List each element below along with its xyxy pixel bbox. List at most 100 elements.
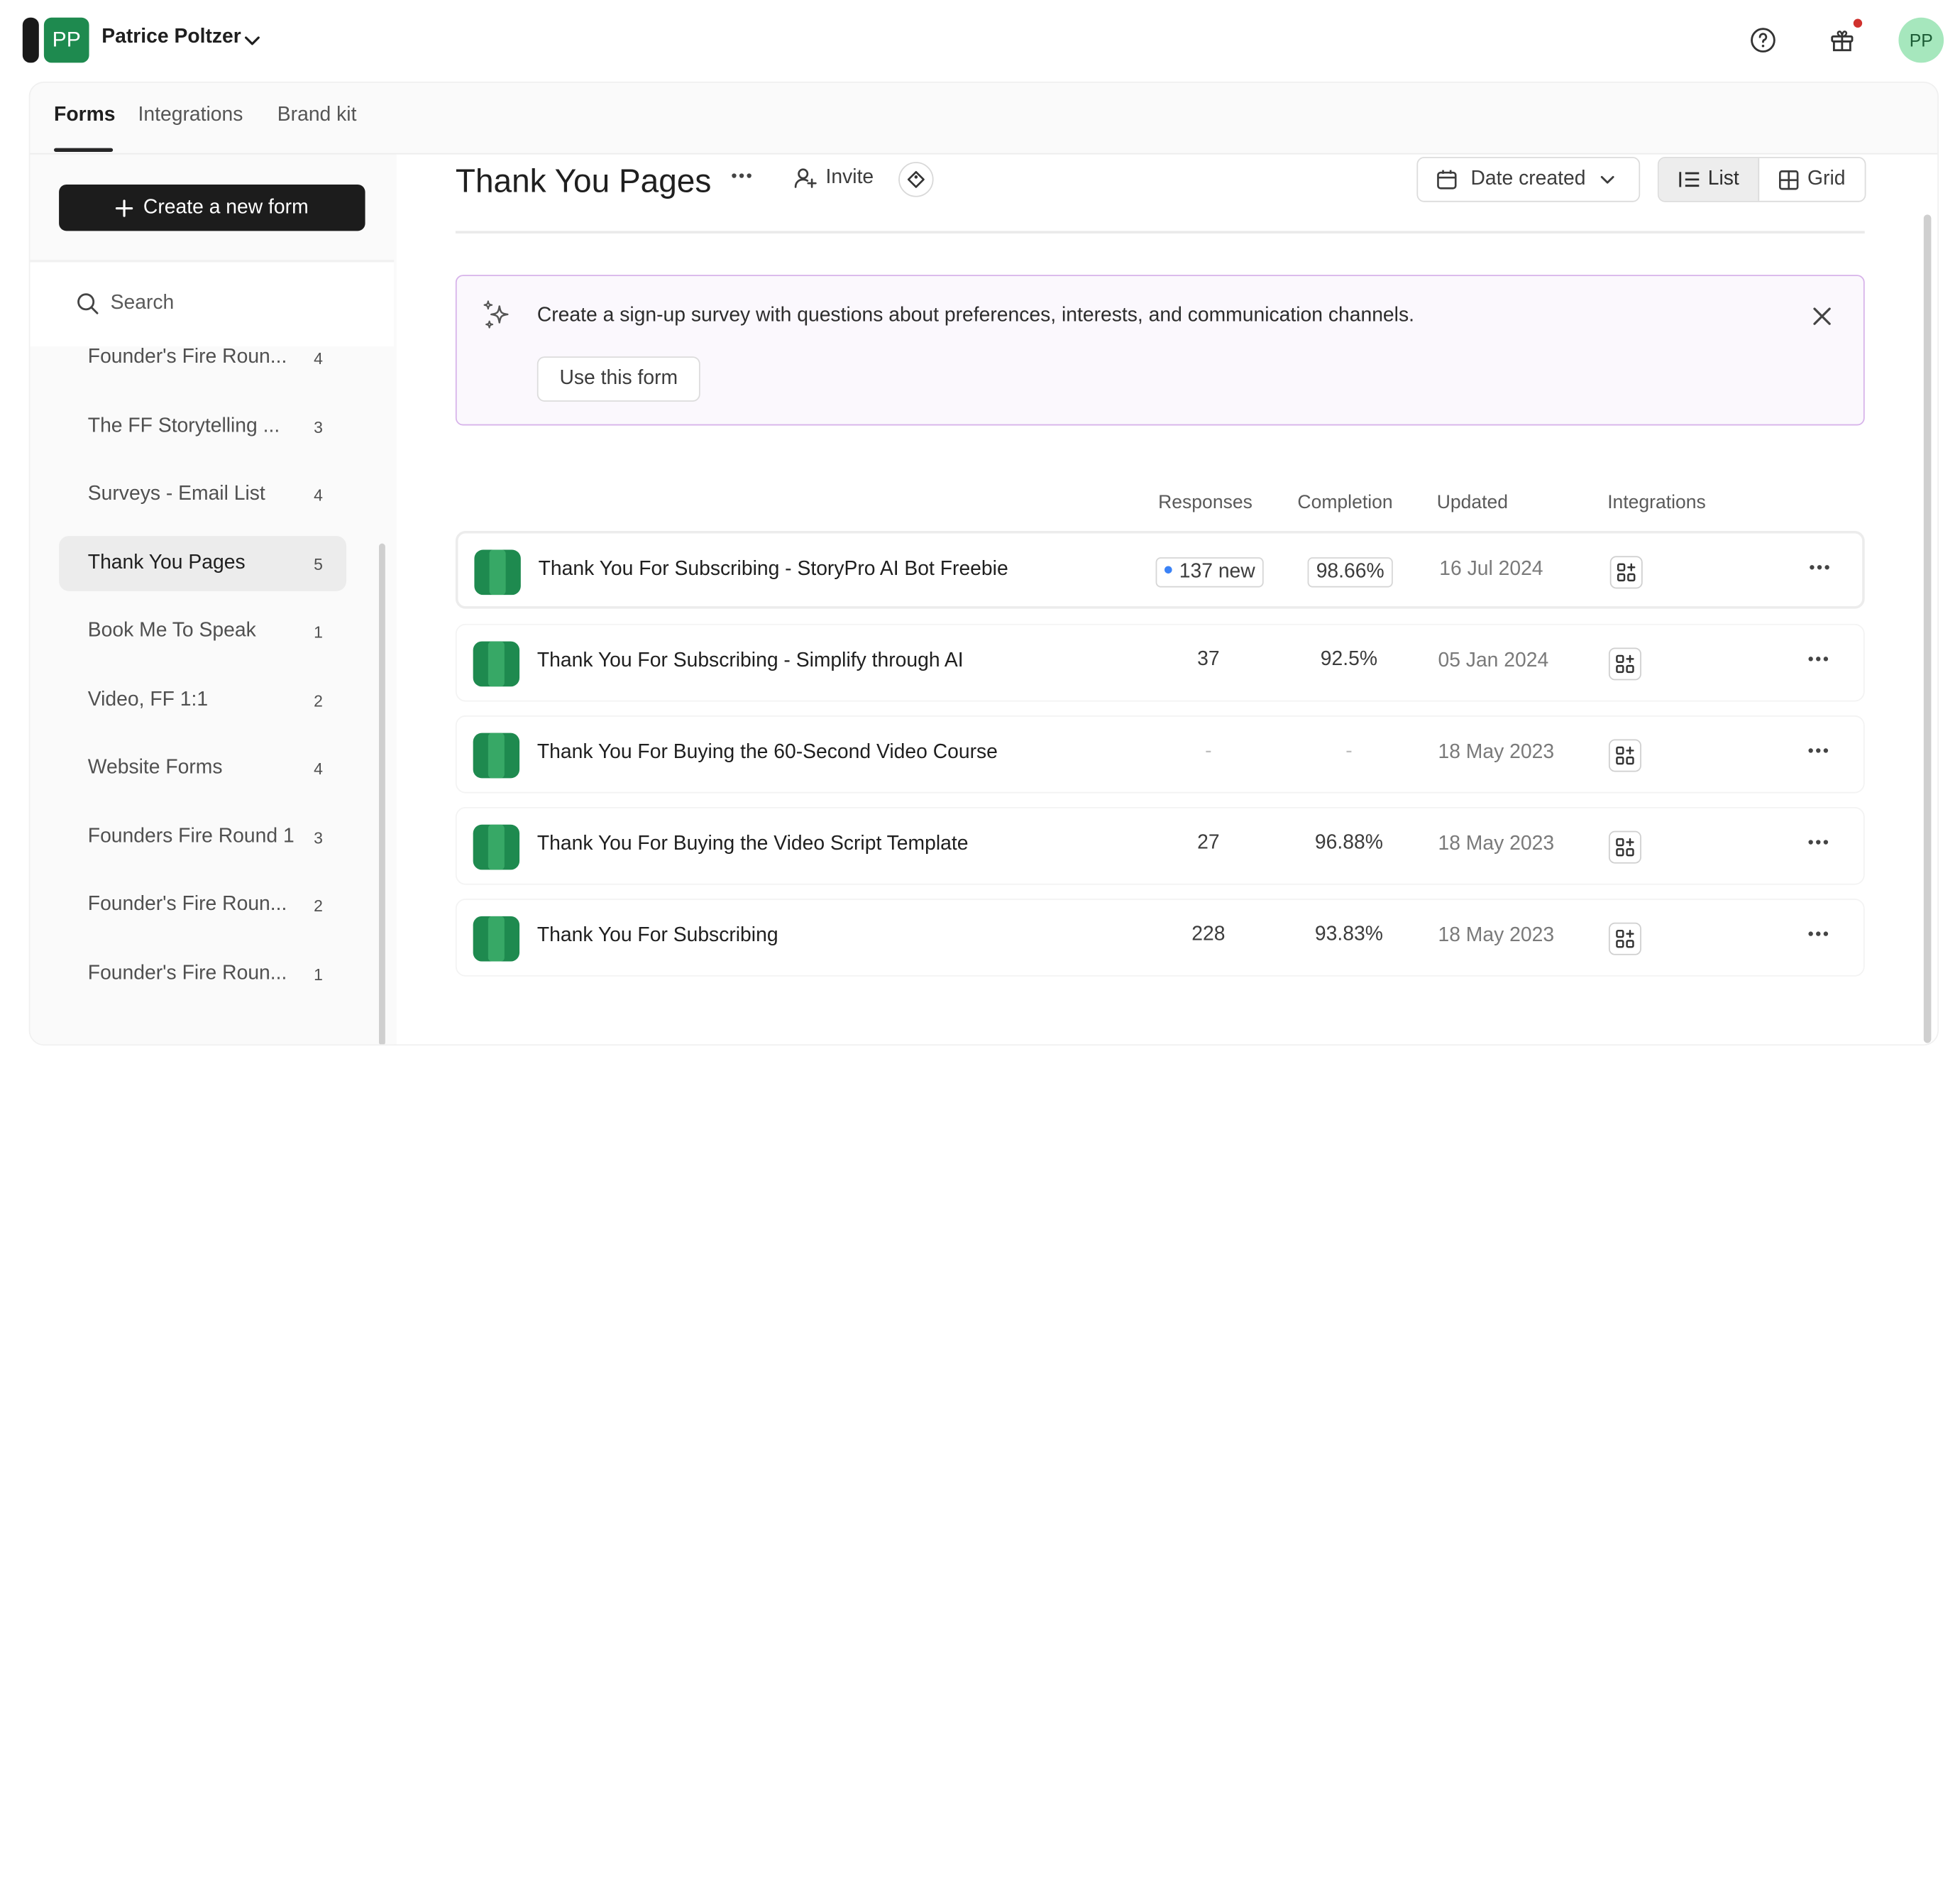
form-completion-value: 98.66% — [1307, 557, 1394, 588]
form-updated: 18 May 2023 — [1438, 925, 1555, 947]
workspace-avatar[interactable]: PP — [43, 17, 89, 63]
create-form-button[interactable]: Create a new form — [59, 184, 365, 231]
help-circle-icon[interactable] — [1748, 25, 1778, 55]
sidebar-item-workspace[interactable]: Founder's Fire Roun... 2 — [59, 877, 346, 933]
tab-brand-kit[interactable]: Brand kit — [277, 104, 357, 127]
add-integration-button[interactable] — [1609, 556, 1643, 589]
sidebar-item-thank-you-pages[interactable]: Thank You Pages 5 — [59, 536, 347, 591]
form-completion: 96.88% — [1314, 832, 1383, 854]
column-updated[interactable]: Updated — [1437, 492, 1508, 513]
more-horizontal-icon[interactable] — [1807, 838, 1829, 846]
search-input[interactable]: Search — [111, 292, 175, 315]
form-title[interactable]: Thank You For Subscribing — [537, 925, 778, 948]
sidebar-item-count: 2 — [314, 691, 323, 710]
add-integration-button[interactable] — [1608, 830, 1641, 864]
sidebar-item-workspace[interactable]: Video, FF 1:1 2 — [59, 673, 346, 728]
close-icon[interactable] — [1810, 304, 1834, 329]
new-responses-dot — [1164, 566, 1172, 574]
sidebar-item-workspace[interactable]: Website Forms 4 — [59, 740, 346, 796]
column-completion[interactable]: Completion — [1297, 492, 1392, 513]
forms-container: Forms Integrations Brand kit Create a ne… — [28, 81, 1939, 1046]
sidebar-item-count: 2 — [314, 896, 323, 916]
user-avatar[interactable]: PP — [1898, 17, 1944, 63]
form-responses[interactable]: 228 — [1135, 923, 1283, 946]
suggestion-banner: Create a sign-up survey with questions a… — [455, 275, 1865, 426]
search-icon — [77, 293, 99, 314]
form-title[interactable]: Thank You For Subscribing - Simplify thr… — [537, 650, 964, 673]
form-title[interactable]: Thank You For Buying the Video Script Te… — [537, 833, 969, 856]
sidebar-item-workspace[interactable]: Founders Fire Round 1 3 — [59, 810, 346, 865]
grid-view-button[interactable]: Grid — [1759, 158, 1865, 201]
form-title[interactable]: Thank You For Buying the 60-Second Video… — [537, 742, 998, 764]
sort-label: Date created — [1470, 168, 1586, 190]
form-icon — [473, 916, 520, 962]
sidebar-item-label: Founder's Fire Roun... — [87, 346, 287, 368]
sidebar-item-count: 3 — [314, 828, 323, 847]
tag-icon — [907, 170, 925, 188]
form-completion: 92.5% — [1320, 649, 1378, 671]
page: PP Patrice Poltzer PP Forms Integrations… — [0, 0, 1960, 1071]
form-updated: 18 May 2023 — [1438, 833, 1555, 855]
add-integration-button[interactable] — [1608, 922, 1641, 955]
list-view-label: List — [1707, 168, 1739, 190]
sidebar-item-workspace[interactable]: Surveys - Email List 4 — [59, 467, 346, 522]
sidebar-item-count: 3 — [314, 417, 323, 437]
add-integration-button[interactable] — [1608, 647, 1641, 681]
table-row[interactable]: Thank You For Buying the 60-Second Video… — [455, 715, 1865, 794]
view-toggle: List Grid — [1657, 157, 1866, 202]
table-row[interactable]: Thank You For Subscribing - Simplify thr… — [455, 623, 1865, 702]
use-this-form-button[interactable]: Use this form — [536, 356, 700, 402]
gift-icon[interactable] — [1827, 25, 1857, 55]
form-responses[interactable]: 37 — [1135, 649, 1283, 671]
sort-dropdown[interactable]: Date created — [1416, 157, 1641, 202]
tag-button[interactable] — [898, 162, 934, 197]
sidebar-item-label: Founder's Fire Roun... — [87, 894, 287, 916]
workspace-name[interactable]: Patrice Poltzer — [101, 26, 241, 49]
table-row[interactable]: Thank You For Subscribing 228 93.83% 18 … — [455, 899, 1865, 977]
sidebar-item-label: Video, FF 1:1 — [87, 688, 209, 710]
sidebar-item-label: The FF Storytelling ... — [87, 415, 280, 437]
list-view-button[interactable]: List — [1658, 158, 1760, 201]
invite-label: Invite — [825, 167, 874, 189]
sidebar-item-workspace[interactable]: Founder's Fire Roun... 4 — [59, 346, 346, 385]
list-icon — [1679, 172, 1700, 187]
form-completion: - — [1345, 740, 1353, 762]
sidebar-item-workspace[interactable]: The FF Storytelling ... 3 — [59, 399, 346, 454]
table-row[interactable]: Thank You For Buying the Video Script Te… — [455, 807, 1865, 885]
form-responses[interactable]: - — [1135, 740, 1283, 763]
main-panel: Thank You Pages Invite Date created List — [396, 154, 1938, 1045]
sparkle-icon — [483, 300, 509, 329]
more-horizontal-icon[interactable] — [1808, 564, 1831, 571]
user-plus-icon — [794, 168, 817, 188]
brand-logo[interactable] — [22, 17, 39, 63]
form-title[interactable]: Thank You For Subscribing - StoryPro AI … — [539, 559, 1008, 581]
sidebar-item-label: Book Me To Speak — [87, 620, 256, 642]
sidebar-item-workspace[interactable]: Book Me To Speak 1 — [59, 604, 346, 659]
sidebar-item-count: 1 — [314, 622, 323, 642]
more-horizontal-icon[interactable] — [1807, 747, 1829, 755]
more-horizontal-icon[interactable] — [730, 172, 753, 180]
column-responses[interactable]: Responses — [1158, 492, 1252, 513]
tab-integrations[interactable]: Integrations — [138, 104, 243, 127]
column-integrations: Integrations — [1607, 492, 1706, 514]
chevron-down-icon[interactable] — [243, 31, 261, 49]
add-integration-button[interactable] — [1608, 739, 1641, 772]
header-divider — [455, 231, 1865, 234]
sidebar-scrollbar[interactable] — [379, 543, 385, 1045]
form-responses[interactable]: 137 new — [1135, 557, 1284, 588]
create-form-label: Create a new form — [143, 196, 309, 218]
sidebar: Create a new form Search Founder's Fire … — [30, 154, 395, 1045]
more-horizontal-icon[interactable] — [1807, 655, 1829, 663]
tab-bar: Forms Integrations Brand kit — [30, 83, 1938, 155]
form-responses[interactable]: 27 — [1135, 832, 1283, 855]
form-updated: 05 Jan 2024 — [1438, 649, 1549, 672]
tab-forms[interactable]: Forms — [54, 104, 115, 127]
sidebar-item-count: 5 — [314, 554, 323, 574]
sidebar-item-workspace[interactable]: Founder's Fire Roun... 1 — [59, 946, 346, 1002]
more-horizontal-icon[interactable] — [1807, 930, 1829, 938]
invite-button[interactable]: Invite — [793, 165, 874, 190]
table-row[interactable]: Thank You For Subscribing - StoryPro AI … — [455, 530, 1865, 609]
active-tab-indicator — [54, 148, 114, 152]
workspace-search[interactable]: Search — [30, 262, 395, 347]
main-scrollbar[interactable] — [1923, 214, 1932, 1043]
